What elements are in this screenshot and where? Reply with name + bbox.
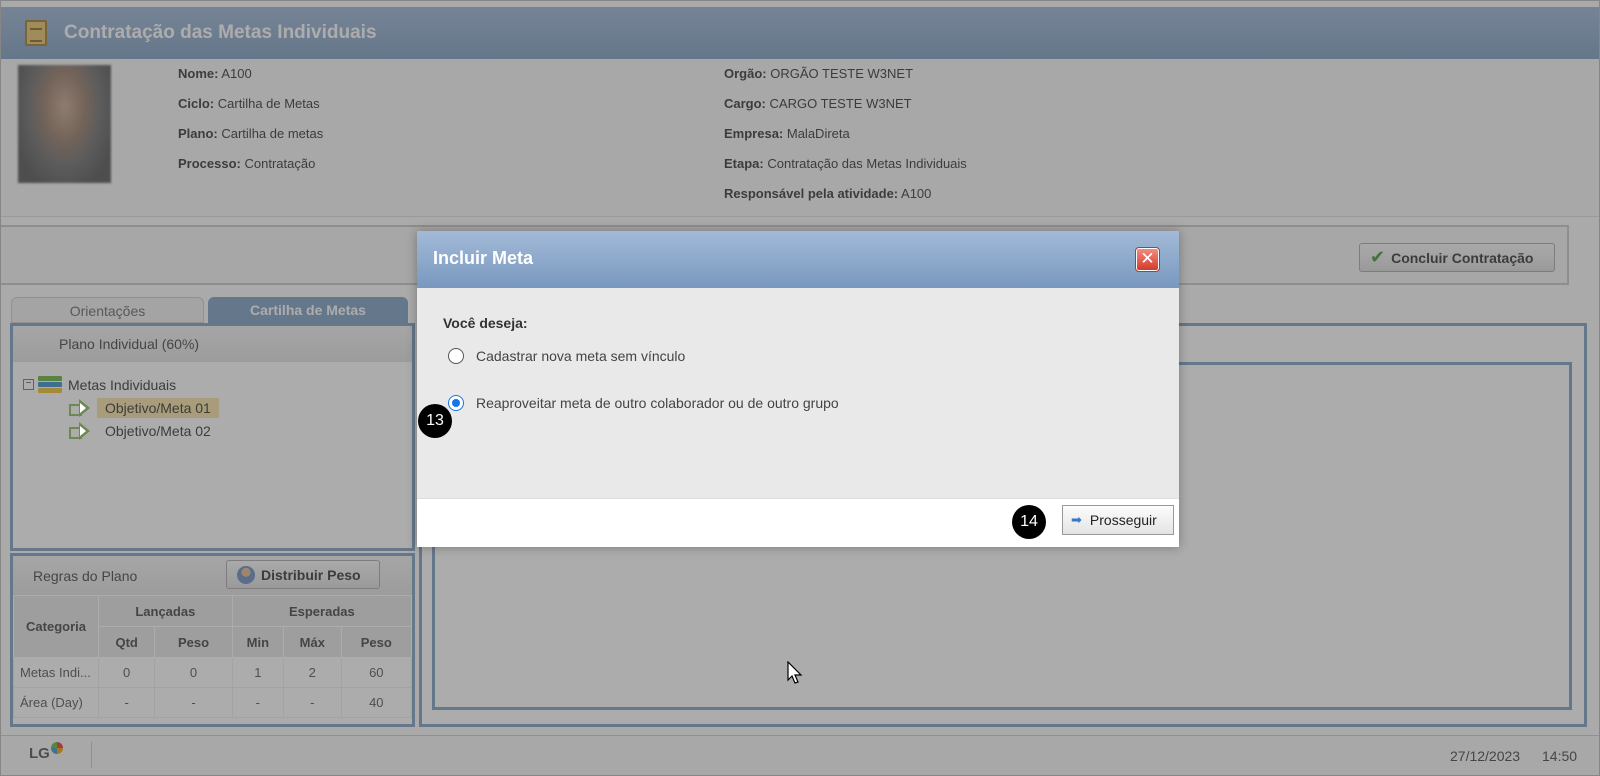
arrow-right-icon: ➡ <box>1071 512 1082 527</box>
prosseguir-label: Prosseguir <box>1089 512 1157 528</box>
option-nova-meta[interactable]: Cadastrar nova meta sem vínculo <box>448 348 685 364</box>
option-nova-meta-label: Cadastrar nova meta sem vínculo <box>476 348 686 364</box>
incluir-meta-dialog: Incluir Meta ✕ Você deseja: Cadastrar no… <box>417 231 1179 547</box>
prosseguir-button[interactable]: ➡ Prosseguir <box>1062 505 1174 535</box>
option-reaproveitar-label: Reaproveitar meta de outro colaborador o… <box>476 395 839 411</box>
step-badge-13: 13 <box>418 404 452 438</box>
dialog-title: Incluir Meta <box>433 248 534 268</box>
option-reaproveitar-meta[interactable]: Reaproveitar meta de outro colaborador o… <box>448 395 839 411</box>
dialog-question: Você deseja: <box>443 315 528 331</box>
radio-reaproveitar-meta[interactable] <box>448 395 464 411</box>
dialog-header: Incluir Meta ✕ <box>417 231 1179 288</box>
dialog-footer: ➡ Prosseguir <box>417 498 1179 547</box>
dialog-body: Você deseja: Cadastrar nova meta sem vín… <box>417 288 1179 498</box>
step-badge-14: 14 <box>1012 505 1046 539</box>
radio-nova-meta[interactable] <box>448 348 464 364</box>
close-icon[interactable]: ✕ <box>1135 247 1160 272</box>
